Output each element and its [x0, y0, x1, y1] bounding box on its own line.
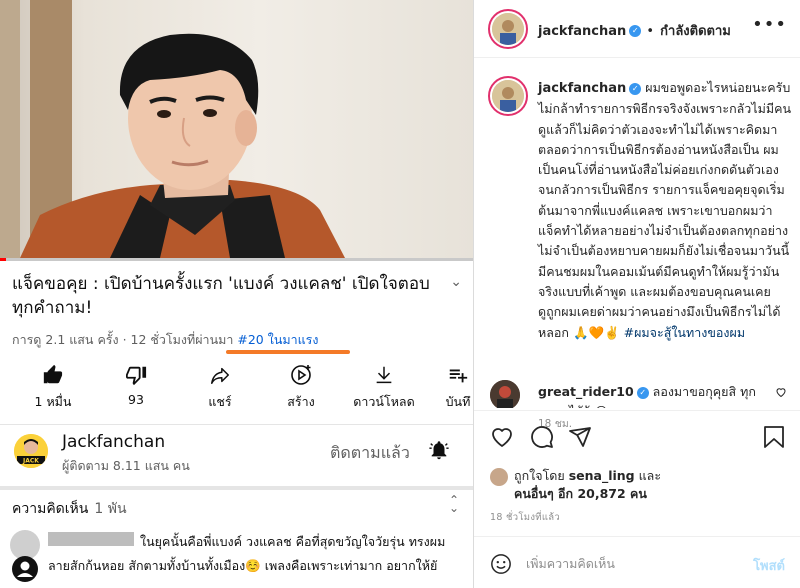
- caption-text: jackfanchan ✓ ผมขอพูดอะไรหน่อยนะครับ ไม่ก…: [538, 78, 794, 343]
- bookmark-icon[interactable]: [763, 425, 785, 449]
- channel-row[interactable]: JACK Jackfanchan ผู้ติดตาม 8.11 แสน คน ต…: [0, 424, 473, 482]
- comments-header: ความคิดเห็น 1 พัน: [12, 498, 127, 520]
- verified-badge-icon: ✓: [629, 24, 642, 37]
- share-direct-icon[interactable]: [568, 425, 592, 449]
- chevron-down-icon[interactable]: ⌄: [450, 274, 462, 290]
- save-button[interactable]: บันทึ: [428, 360, 473, 412]
- share-icon: [211, 367, 229, 384]
- commenter-avatar[interactable]: [490, 380, 520, 408]
- video-views-time: การดู 2.1 แสน ครั้ง · 12 ชั่วโมงที่ผ่านม…: [12, 332, 238, 347]
- like-heart-icon[interactable]: [490, 425, 514, 449]
- header-user-row: jackfanchan ✓ • กำลังติดตาม: [538, 24, 731, 39]
- comment-text: great_rider10✓ ลองมาขอกุคุยสิ ทุก คนจะได…: [538, 382, 758, 408]
- download-icon: [376, 366, 392, 384]
- caption-body: ผมขอพูดอะไรหน่อยนะครับ ไม่กล้าทำรายการพิ…: [538, 80, 791, 340]
- video-title: แจ็คขอคุย : เปิดบ้านครั้งแรก 'แบงค์ วงแค…: [12, 274, 430, 318]
- save-icon: [449, 369, 468, 383]
- liked-by-user[interactable]: sena_ling: [569, 468, 635, 483]
- liked-by-suffix: และ: [634, 468, 662, 483]
- top-comment-text: ในยุคนั้นคือพี่แบงค์ วงแคลช คือที่สุดขวั…: [48, 530, 468, 578]
- trending-link[interactable]: #20 ในมาแรง: [237, 332, 318, 347]
- save-label: บันทึ: [445, 394, 471, 409]
- liker-avatar: [490, 468, 508, 486]
- caption-username[interactable]: jackfanchan: [538, 81, 626, 96]
- youtube-panel: แจ็คขอคุย : เปิดบ้านครั้งแรก 'แบงค์ วงแค…: [0, 0, 473, 588]
- share-label: แชร์: [208, 394, 232, 409]
- comments-section[interactable]: ความคิดเห็น 1 พัน ⌃ ⌄ ในยุคนั้นคือพี่แบงค์…: [0, 490, 473, 588]
- caption-hashtag[interactable]: #ผมจะสู้ในทางของผม: [624, 325, 745, 340]
- subscribed-button[interactable]: ติดตามแล้ว: [330, 441, 410, 466]
- download-button[interactable]: ดาวน์โหลด: [341, 360, 427, 412]
- dislike-count: 93: [128, 392, 144, 407]
- instagram-panel: jackfanchan ✓ • กำลังติดตาม ••• jackfanch…: [473, 0, 800, 588]
- video-frame-person: [20, 33, 345, 258]
- comment-line-2: ลายสักก้นหอย สักตามทั้งบ้านทั้งเมือง☺️ เ…: [48, 558, 438, 573]
- like-button[interactable]: 1 หมื่น: [10, 360, 96, 412]
- create-label: สร้าง: [287, 394, 315, 409]
- create-button[interactable]: สร้าง: [258, 360, 344, 412]
- highlight-underline: [226, 350, 350, 354]
- profile-avatar[interactable]: [488, 9, 528, 49]
- video-action-bar: 1 หมื่น 93 แชร์ สร้าง ดาวน์โหลด บันทึ: [0, 360, 473, 416]
- others-count[interactable]: คนอื่นๆ อีก 20,872 คน: [514, 484, 647, 504]
- verified-badge-icon: ✓: [636, 386, 649, 399]
- share-button[interactable]: แชร์: [177, 360, 263, 412]
- comment-username[interactable]: great_rider10: [538, 384, 634, 399]
- thumbs-up-icon: [43, 364, 63, 384]
- header-username[interactable]: jackfanchan: [538, 24, 626, 39]
- following-button[interactable]: กำลังติดตาม: [660, 24, 731, 39]
- create-clip-icon: [291, 365, 311, 385]
- comments-title: ความคิดเห็น: [12, 501, 89, 517]
- video-title-row[interactable]: แจ็คขอคุย : เปิดบ้านครั้งแรก 'แบงค์ วงแค…: [12, 272, 462, 320]
- thumbs-down-icon: [126, 366, 147, 386]
- sort-toggle-icon[interactable]: ⌃ ⌄: [449, 494, 459, 514]
- post-comment-button[interactable]: โพสต์: [753, 555, 785, 576]
- liked-by-line: ถูกใจโดย sena_ling และ: [514, 466, 661, 486]
- video-progress-bar[interactable]: [0, 258, 473, 261]
- channel-logo-text: JACK: [22, 458, 39, 465]
- emoji-icon[interactable]: [490, 553, 512, 575]
- comment-item: great_rider10✓ ลองมาขอกุคุยสิ ทุก คนจะได…: [474, 378, 800, 408]
- video-player[interactable]: [0, 0, 473, 258]
- channel-name[interactable]: Jackfanchan: [62, 432, 165, 452]
- caption-avatar[interactable]: [488, 76, 528, 116]
- comment-line-1: ในยุคนั้นคือพี่แบงค์ วงแคลช คือที่สุดขวั…: [140, 534, 446, 549]
- more-options-icon[interactable]: •••: [752, 14, 787, 35]
- post-date: 18 ชั่วโมงที่แล้ว: [490, 512, 561, 523]
- verified-badge-icon: ✓: [629, 82, 642, 95]
- liked-by-prefix: ถูกใจโดย: [514, 468, 569, 483]
- user-avatar-icon: [12, 556, 38, 582]
- add-comment-input[interactable]: [526, 551, 736, 575]
- comment-like-heart-icon[interactable]: [775, 386, 787, 398]
- channel-avatar[interactable]: JACK: [14, 434, 48, 468]
- subscriber-count: ผู้ติดตาม 8.11 แสน คน: [62, 458, 190, 473]
- download-label: ดาวน์โหลด: [353, 394, 415, 409]
- post-header: jackfanchan ✓ • กำลังติดตาม •••: [474, 0, 800, 58]
- like-count: 1 หมื่น: [34, 394, 72, 409]
- video-meta: การดู 2.1 แสน ครั้ง · 12 ชั่วโมงที่ผ่านม…: [12, 330, 350, 354]
- post-actions: [474, 410, 800, 462]
- comments-count: 1 พัน: [94, 501, 127, 517]
- dislike-button[interactable]: 93: [93, 360, 179, 407]
- comment-bubble-icon[interactable]: [530, 425, 554, 449]
- add-comment-bar: โพสต์: [474, 536, 800, 588]
- bell-icon[interactable]: [428, 438, 450, 462]
